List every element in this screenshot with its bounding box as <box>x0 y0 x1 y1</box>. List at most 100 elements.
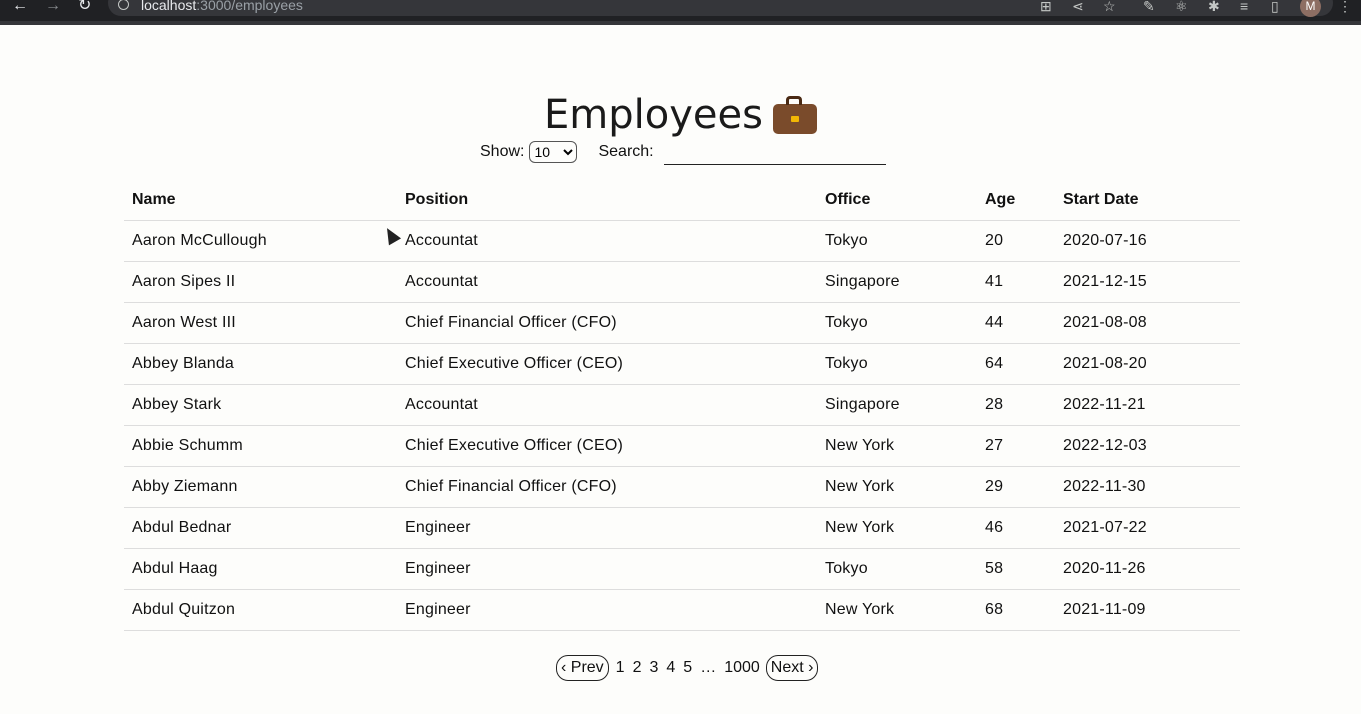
cell-office: Tokyo <box>817 343 977 385</box>
table-row: Aaron West III Chief Financial Officer (C… <box>124 302 1240 344</box>
url-host: localhost <box>141 0 197 13</box>
pagination-ellipsis: … <box>700 659 717 676</box>
share-icon[interactable]: ⋖ <box>1072 0 1084 13</box>
employees-table: Name Position Office Age Start Date Aaro… <box>124 179 1240 631</box>
table-row: Abdul Haag Engineer Tokyo 58 2020-11-26 <box>124 548 1240 590</box>
reload-icon[interactable]: ↻ <box>78 0 91 14</box>
cell-age: 64 <box>977 343 1055 385</box>
column-header-name[interactable]: Name <box>124 179 397 221</box>
table-row: Abdul Bednar Engineer New York 46 2021-07-22 <box>124 507 1240 549</box>
cell-position: Accountat <box>397 220 817 262</box>
cell-start-date: 2022-11-21 <box>1055 384 1240 426</box>
cell-age: 46 <box>977 507 1055 549</box>
translate-icon[interactable]: ⊞ <box>1040 0 1052 13</box>
cell-age: 28 <box>977 384 1055 426</box>
pen-extension-icon[interactable]: ✎ <box>1143 0 1155 13</box>
cell-start-date: 2021-08-08 <box>1055 302 1240 344</box>
cell-age: 68 <box>977 589 1055 631</box>
cell-name: Aaron Sipes II <box>124 261 397 303</box>
table-row: Aaron McCullough Accountat Tokyo 20 2020-07-… <box>124 220 1240 262</box>
page-title: Employees <box>0 89 1361 141</box>
cell-office: Tokyo <box>817 220 977 262</box>
cell-age: 44 <box>977 302 1055 344</box>
cell-position: Accountat <box>397 384 817 426</box>
bookmark-star-icon[interactable]: ☆ <box>1103 0 1116 13</box>
browser-toolbar: ← → ↻ localhost:3000/employees ⊞ ⋖ ☆ ✎ ⚛… <box>0 0 1361 25</box>
cell-start-date: 2021-12-15 <box>1055 261 1240 303</box>
page-link-5[interactable]: 5 <box>683 659 692 677</box>
column-header-age[interactable]: Age <box>977 179 1055 221</box>
side-panel-icon[interactable]: ▯ <box>1271 0 1279 13</box>
table-row: Abbey Stark Accountat Singapore 28 2022-11-2… <box>124 384 1240 426</box>
briefcase-icon <box>772 95 817 134</box>
cell-office: New York <box>817 425 977 467</box>
site-info-icon[interactable] <box>118 0 129 10</box>
cell-position: Engineer <box>397 507 817 549</box>
cell-start-date: 2021-11-09 <box>1055 589 1240 631</box>
cell-start-date: 2021-07-22 <box>1055 507 1240 549</box>
cell-name: Abdul Bednar <box>124 507 397 549</box>
table-controls: Show: 10 Search: <box>480 139 886 165</box>
next-page-button[interactable]: Next › <box>765 655 819 681</box>
cell-office: Tokyo <box>817 302 977 344</box>
page-title-text: Employees <box>544 91 763 138</box>
cell-age: 20 <box>977 220 1055 262</box>
more-menu-icon[interactable]: ⋮ <box>1338 0 1352 13</box>
column-header-position[interactable]: Position <box>397 179 817 221</box>
cell-start-date: 2020-07-16 <box>1055 220 1240 262</box>
forward-arrow-icon[interactable]: → <box>45 0 61 14</box>
extensions-puzzle-icon[interactable]: ✱ <box>1208 0 1220 13</box>
show-label: Show: <box>480 143 525 160</box>
page-link-3[interactable]: 3 <box>649 659 658 677</box>
react-devtools-icon[interactable]: ⚛ <box>1175 0 1188 13</box>
url-text[interactable]: localhost:3000/employees <box>141 0 303 12</box>
cell-name: Abbie Schumm <box>124 425 397 467</box>
cell-name: Abdul Quitzon <box>124 589 397 631</box>
cell-name: Abbey Stark <box>124 384 397 426</box>
cell-start-date: 2020-11-26 <box>1055 548 1240 590</box>
search-input[interactable] <box>663 139 886 165</box>
cell-position: Chief Executive Officer (CEO) <box>397 343 817 385</box>
url-path: :3000/employees <box>196 0 303 13</box>
page-link-2[interactable]: 2 <box>633 659 642 677</box>
cell-start-date: 2022-12-03 <box>1055 425 1240 467</box>
page-size-select[interactable]: 10 <box>529 141 578 163</box>
cell-name: Abby Ziemann <box>124 466 397 508</box>
page-link-last[interactable]: 1000 <box>724 659 760 677</box>
back-arrow-icon[interactable]: ← <box>12 0 28 14</box>
prev-page-button[interactable]: ‹ Prev <box>556 655 609 681</box>
cell-age: 41 <box>977 261 1055 303</box>
cell-position: Engineer <box>397 548 817 590</box>
cell-office: Tokyo <box>817 548 977 590</box>
cell-name: Aaron West III <box>124 302 397 344</box>
cell-office: Singapore <box>817 384 977 426</box>
cell-age: 29 <box>977 466 1055 508</box>
cell-name: Abbey Blanda <box>124 343 397 385</box>
cell-position: Chief Executive Officer (CEO) <box>397 425 817 467</box>
table-row: Abby Ziemann Chief Financial Officer (CFO… <box>124 466 1240 508</box>
cell-name: Abdul Haag <box>124 548 397 590</box>
cell-age: 27 <box>977 425 1055 467</box>
table-header-row: Name Position Office Age Start Date <box>124 179 1240 221</box>
column-header-office[interactable]: Office <box>817 179 977 221</box>
media-queue-icon[interactable]: ≡ <box>1240 0 1248 13</box>
search-label: Search: <box>598 143 654 160</box>
column-header-start-date[interactable]: Start Date <box>1055 179 1240 221</box>
table-row: Abdul Quitzon Engineer New York 68 2021-11-0… <box>124 589 1240 631</box>
cell-office: Singapore <box>817 261 977 303</box>
page-link-4[interactable]: 4 <box>666 659 675 677</box>
table-row: Abbie Schumm Chief Executive Officer (CEO… <box>124 425 1240 467</box>
page-link-1[interactable]: 1 <box>616 659 625 677</box>
cell-position: Chief Financial Officer (CFO) <box>397 302 817 344</box>
cell-office: New York <box>817 507 977 549</box>
cell-start-date: 2021-08-20 <box>1055 343 1240 385</box>
cell-office: New York <box>817 466 977 508</box>
cell-position: Accountat <box>397 261 817 303</box>
cell-name: Aaron McCullough <box>124 220 397 262</box>
cell-office: New York <box>817 589 977 631</box>
cell-position: Engineer <box>397 589 817 631</box>
table-row: Abbey Blanda Chief Executive Officer (CEO… <box>124 343 1240 385</box>
pagination: ‹ Prev 1 2 3 4 5 … 1000 Next › <box>556 655 819 681</box>
cell-start-date: 2022-11-30 <box>1055 466 1240 508</box>
cell-position: Chief Financial Officer (CFO) <box>397 466 817 508</box>
